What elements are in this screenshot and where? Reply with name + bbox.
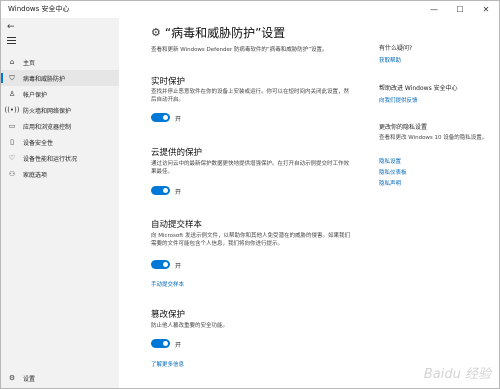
heart-icon: ♡ xyxy=(8,154,16,162)
sidebar-item-label: 病毒和威胁防护 xyxy=(23,75,66,83)
close-button[interactable]: ✕ xyxy=(473,1,499,18)
get-help-link[interactable]: 获取帮助 xyxy=(379,56,401,64)
feedback-link[interactable]: 向我们提供反馈 xyxy=(379,96,418,104)
shield-icon: ⛉ xyxy=(9,73,15,82)
sidebar-item-label: 应用和浏览器控制 xyxy=(23,123,72,131)
maximize-button[interactable]: ☐ xyxy=(447,1,473,18)
window-title: Windows 安全中心 xyxy=(8,5,70,13)
section-description: 向 Microsoft 发送示例文件，以帮助你和其他人免受潜在的威胁的侵害。如果… xyxy=(151,233,351,247)
sidebar-item-firewall[interactable]: ((•)) 防火墙和网络保护 xyxy=(1,102,119,118)
settings-gear-icon: ⚙ xyxy=(151,26,161,39)
sidebar-item-label: 防火墙和网络保护 xyxy=(23,107,72,115)
hamburger-menu-icon[interactable] xyxy=(7,37,16,44)
privacy-statement-link[interactable]: 隐私声明 xyxy=(379,179,401,187)
sidebar-item-label: 设备性能和运行状况 xyxy=(23,155,78,163)
privacy-description: 查看和更改 Windows 10 设备的隐私设置。 xyxy=(379,135,488,141)
learn-more-link[interactable]: 了解更多信息 xyxy=(151,360,184,368)
section-heading: 云提供的保护 xyxy=(151,148,203,158)
watermark-logo: Baidu 经验 xyxy=(423,367,491,382)
sidebar-item-label: 设置 xyxy=(23,375,36,383)
sidebar: ← ⌂ 主页 ⛉ 病毒和威胁防护 ♙ 帐户保护 ((•)) 防火墙和网络保护 ▭… xyxy=(1,18,119,388)
privacy-heading: 更改你的隐私设置 xyxy=(379,124,428,131)
section-description: 查找并停止恶意软件在你的设备上安装或运行。你可以在短时间内关闭此设置，然后自动开… xyxy=(151,89,350,103)
toggle-label: 开 xyxy=(175,116,182,123)
app-window: Windows 安全中心 — ☐ ✕ ← ⌂ 主页 ⛉ 病毒和威胁防护 ♙ 帐户… xyxy=(0,0,500,389)
sidebar-item-device-health[interactable]: ♡ 设备性能和运行状况 xyxy=(1,150,119,166)
section-description: 防止他人篡改重要的安全功能。 xyxy=(151,323,229,329)
device-icon: ▯ xyxy=(10,138,14,146)
section-heading: 自动提交样本 xyxy=(151,220,203,230)
section-heading: 实时保护 xyxy=(151,77,186,87)
back-arrow-icon[interactable]: ← xyxy=(7,22,15,32)
minimize-button[interactable]: — xyxy=(421,1,447,18)
privacy-settings-link[interactable]: 隐私设置 xyxy=(379,157,401,165)
manual-submit-link[interactable]: 手动提交样本 xyxy=(151,280,184,288)
gear-icon: ⚙ xyxy=(8,374,16,382)
page-title: ⚙ “病毒和威胁防护”设置 xyxy=(151,24,285,41)
sidebar-item-label: 家庭选项 xyxy=(23,171,48,179)
cloud-protection-toggle[interactable] xyxy=(151,186,170,195)
sidebar-item-account[interactable]: ♙ 帐户保护 xyxy=(1,86,119,102)
sidebar-item-virus-protection[interactable]: ⛉ 病毒和威胁防护 xyxy=(1,70,119,86)
sample-submission-toggle[interactable] xyxy=(151,260,170,269)
main-content: ⚙ “病毒和威胁防护”设置 查看和更新 Windows Defender 防病毒… xyxy=(151,18,361,388)
home-icon: ⌂ xyxy=(9,58,15,66)
help-heading: 有什么疑问? xyxy=(379,45,413,52)
sidebar-item-home[interactable]: ⌂ 主页 xyxy=(1,54,119,70)
sidebar-item-label: 帐户保护 xyxy=(23,91,48,99)
tamper-protection-toggle[interactable] xyxy=(151,339,170,348)
toggle-label: 开 xyxy=(175,189,182,196)
section-heading: 篡改保护 xyxy=(151,310,186,320)
person-icon: ♙ xyxy=(8,90,16,98)
family-icon: ⚇ xyxy=(8,170,16,178)
toggle-label: 开 xyxy=(175,263,182,270)
section-description: 通过访问云中的最新保护数据更快地提供增强保护。在打开自动示例提交时工作效果最佳。 xyxy=(151,161,350,175)
sidebar-item-app-browser[interactable]: ▭ 应用和浏览器控制 xyxy=(1,118,119,134)
network-icon: ((•)) xyxy=(4,106,20,114)
realtime-protection-toggle[interactable] xyxy=(151,113,170,122)
privacy-dashboard-link[interactable]: 隐私仪表板 xyxy=(379,168,407,176)
page-title-text: “病毒和威胁防护”设置 xyxy=(164,26,286,40)
sidebar-item-label: 主页 xyxy=(23,59,36,67)
sidebar-item-device-security[interactable]: ▯ 设备安全性 xyxy=(1,134,119,150)
title-bar: Windows 安全中心 — ☐ ✕ xyxy=(1,1,499,18)
sidebar-item-settings[interactable]: ⚙ 设置 xyxy=(1,370,119,386)
sidebar-item-label: 设备安全性 xyxy=(23,139,54,147)
sidebar-item-family[interactable]: ⚇ 家庭选项 xyxy=(1,166,119,182)
toggle-label: 开 xyxy=(175,342,182,349)
improve-heading: 帮助改进 Windows 安全中心 xyxy=(379,85,458,92)
page-description: 查看和更新 Windows Defender 防病毒软件的“病毒和威胁防护”设置… xyxy=(151,47,328,53)
browser-icon: ▭ xyxy=(8,122,16,130)
